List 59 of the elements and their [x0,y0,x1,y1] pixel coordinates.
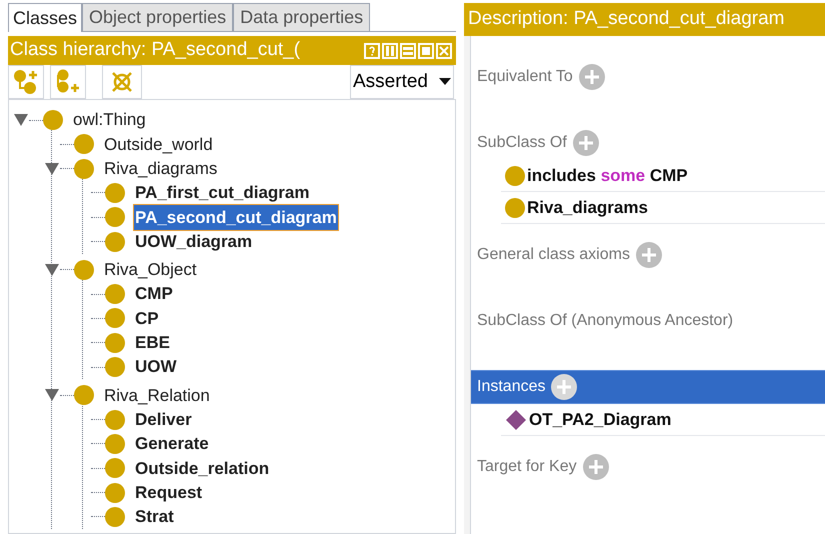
section-label: SubClass Of [477,133,567,153]
section-header[interactable]: Equivalent To [471,60,825,94]
class-icon [505,198,525,218]
add-sibling-icon[interactable] [50,64,86,99]
dropdown-caret-icon [439,78,451,86]
tab[interactable]: Data properties [233,3,370,31]
axiom-text: OT_PA2_Diagram [529,408,672,431]
class-icon [105,357,125,378]
reasoner-mode-dropdown[interactable]: Asserted [350,64,454,99]
panel-title: Class hierarchy: PA_second_cut_( [10,38,300,62]
section-header[interactable]: SubClass Of [471,126,825,160]
class-icon [74,158,94,179]
axiom-text: Riva_diagrams [527,196,648,219]
class-icon [74,260,94,280]
delete-class-icon[interactable] [102,64,142,99]
individual-icon [505,408,527,430]
expanded-triangle-icon[interactable] [45,162,59,175]
close-icon[interactable] [436,42,452,59]
section-header[interactable]: General class axioms [471,238,825,272]
section-label: SubClass Of (Anonymous Ancestor) [477,311,734,331]
axiom-row[interactable]: Riva_diagrams [501,192,825,224]
expanded-triangle-icon[interactable] [45,264,59,276]
expanded-triangle-icon[interactable] [45,389,59,402]
expanded-triangle-icon[interactable] [14,114,28,126]
section-header[interactable]: SubClass Of (Anonymous Ancestor) [471,304,825,338]
section-label: General class axioms [477,245,630,265]
add-icon[interactable] [551,374,578,400]
axiom-text: includes some CMP [527,164,688,187]
columns-icon[interactable] [382,42,398,59]
tab[interactable]: Object properties [82,3,234,31]
class-icon [105,207,125,228]
class-icon [105,182,125,203]
class-icon [505,166,525,186]
section-label: Instances [477,377,546,397]
class-icon [74,385,94,406]
class-icon [105,332,125,353]
axiom-row[interactable]: OT_PA2_Diagram [501,404,825,436]
panel-title: Description: PA_second_cut_diagram [468,7,784,32]
class-icon [105,284,125,304]
add-subclass-icon[interactable] [8,64,44,99]
section-label: Equivalent To [477,67,573,87]
class-icon [105,308,125,328]
section-label: Target for Key [477,457,577,477]
section-header[interactable]: Target for Key [471,450,825,484]
rows-icon[interactable] [400,42,416,59]
class-icon [74,134,94,154]
section-header[interactable]: Instances [471,370,825,404]
class-icon [105,410,125,430]
tree-item[interactable]: PA_second_cut_diagram [133,204,339,232]
class-icon [43,110,63,130]
maximize-icon[interactable] [418,42,434,59]
tab[interactable]: Classes [8,3,82,32]
help-icon[interactable] [364,42,380,59]
class-icon [105,482,125,503]
axiom-row[interactable]: includes some CMP [501,160,825,192]
class-icon [105,506,125,527]
class-icon [105,232,125,252]
class-icon [105,458,125,478]
class-icon [105,434,125,454]
